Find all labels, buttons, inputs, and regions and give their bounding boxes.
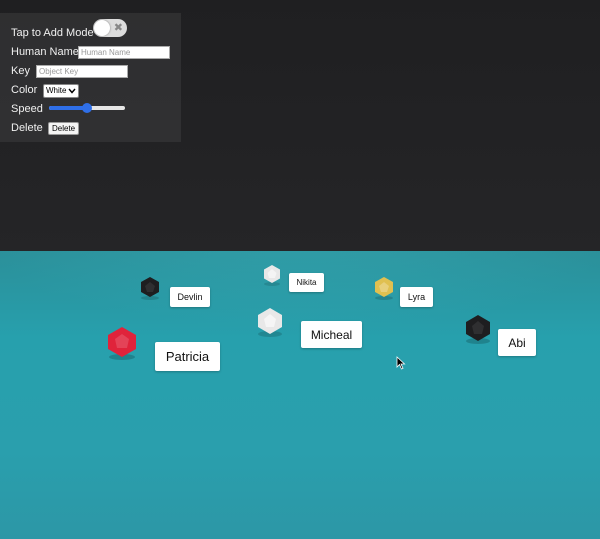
mouse-cursor-icon bbox=[396, 356, 406, 370]
key-label: Key bbox=[11, 65, 30, 77]
speed-row: Speed bbox=[11, 103, 43, 115]
object-key-input[interactable] bbox=[36, 65, 128, 78]
color-select[interactable]: White bbox=[43, 84, 80, 98]
toggle-knob bbox=[94, 20, 110, 36]
delete-button[interactable]: Delete bbox=[48, 122, 80, 135]
color-row: Color bbox=[11, 84, 37, 96]
key-row: Key bbox=[11, 65, 30, 77]
speed-label: Speed bbox=[11, 103, 43, 115]
object-micheal-shape[interactable] bbox=[256, 307, 284, 337]
object-lyra-shape[interactable] bbox=[373, 276, 395, 300]
speed-slider-thumb[interactable] bbox=[82, 103, 92, 113]
object-micheal-label[interactable]: Micheal bbox=[301, 321, 362, 348]
object-patricia-label[interactable]: Patricia bbox=[155, 342, 220, 371]
control-panel: Tap to Add Mode ✖ Human Name Key Color W… bbox=[0, 13, 181, 142]
tap-mode-toggle[interactable]: ✖ bbox=[93, 19, 127, 37]
delete-row: Delete bbox=[11, 122, 43, 134]
scene-floor[interactable] bbox=[0, 251, 600, 539]
chevron-down-icon bbox=[68, 88, 76, 94]
object-abi-shape[interactable] bbox=[464, 314, 492, 344]
color-select-value: White bbox=[46, 86, 67, 95]
tap-mode-label: Tap to Add Mode bbox=[11, 27, 94, 39]
object-patricia-shape[interactable] bbox=[106, 326, 138, 360]
close-icon: ✖ bbox=[113, 22, 123, 34]
object-nikita-label[interactable]: Nikita bbox=[289, 273, 324, 292]
speed-slider[interactable] bbox=[49, 103, 125, 113]
tap-mode-row: Tap to Add Mode bbox=[11, 27, 94, 39]
human-name-label: Human Name bbox=[11, 46, 79, 58]
color-label: Color bbox=[11, 84, 38, 96]
object-devlin-shape[interactable] bbox=[139, 276, 161, 300]
human-name-input[interactable] bbox=[78, 46, 170, 59]
object-nikita-shape[interactable] bbox=[262, 264, 282, 286]
object-abi-label[interactable]: Abi bbox=[498, 329, 536, 356]
object-devlin-label[interactable]: Devlin bbox=[170, 287, 210, 307]
delete-label: Delete bbox=[11, 122, 43, 134]
human-name-row: Human Name bbox=[11, 46, 79, 58]
object-lyra-label[interactable]: Lyra bbox=[400, 287, 433, 307]
